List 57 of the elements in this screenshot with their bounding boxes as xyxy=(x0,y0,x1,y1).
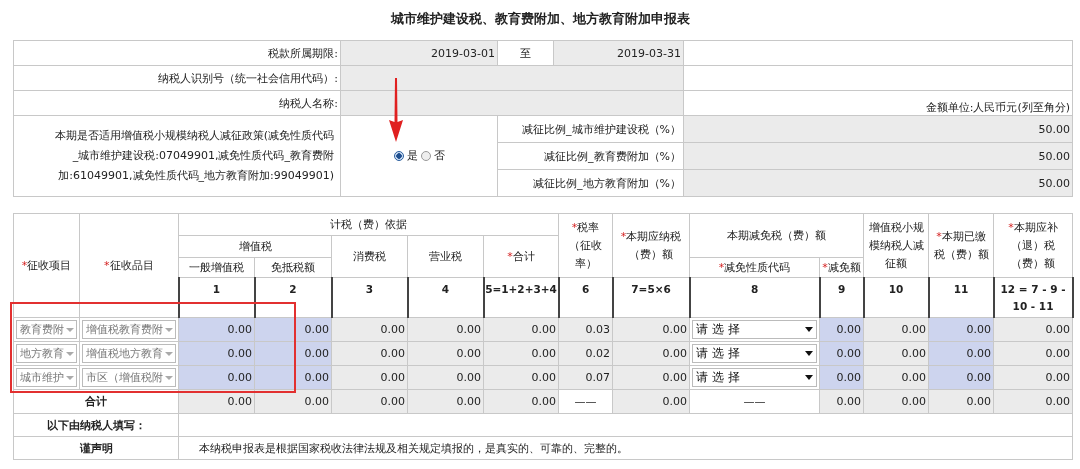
column-header: *本期应纳税（费）额 xyxy=(612,213,690,278)
field-label: 减征比例_地方教育附加（%） xyxy=(497,169,684,197)
ratio-field: 50.00 xyxy=(683,142,1073,170)
caret-icon xyxy=(165,375,173,380)
dropdown[interactable]: 请 选 择 xyxy=(692,368,818,387)
row-label: 谨声明 xyxy=(13,436,179,460)
field-label: 税款所属期限: xyxy=(13,40,341,66)
ratio-field: 50.00 xyxy=(683,115,1073,143)
total-cell: —— xyxy=(689,389,820,414)
unit-note: 金额单位:人民币元(列至角分) xyxy=(683,90,1073,116)
column-header: 营业税 xyxy=(407,235,484,278)
dropdown[interactable]: 地方教育 xyxy=(16,344,77,363)
dropdown[interactable]: 市区（增值税附 xyxy=(82,368,176,387)
radio-button[interactable] xyxy=(420,150,431,161)
annotation-arrow xyxy=(386,78,406,142)
caret-icon xyxy=(805,327,814,332)
column-header: *减免性质代码 xyxy=(689,257,820,278)
column-header: 增值税 xyxy=(178,235,332,258)
column-header: *本期应补（退）税（费）额 xyxy=(993,213,1073,278)
caret-icon xyxy=(805,375,814,380)
caret-icon xyxy=(805,351,814,356)
column-header: *征收品目 xyxy=(79,213,179,318)
column-header: 一般增值税 xyxy=(178,257,255,278)
column-header: *税率（征收率） xyxy=(558,213,613,278)
field-label: 纳税人识别号（统一社会信用代码）: xyxy=(13,65,341,91)
column-header: *征收项目 xyxy=(13,213,80,318)
column-header: 本期减免税（费）额 xyxy=(689,213,864,258)
caret-icon xyxy=(66,351,74,356)
column-header: *本期已缴税（费）额 xyxy=(928,213,994,278)
column-header: 消费税 xyxy=(331,235,408,278)
field-label: 减征比例_城市维护建设税（%） xyxy=(497,115,684,143)
declaration-text: 本纳税申报表是根据国家税收法律法规及相关规定填报的，是真实的、可靠的、完整的。 xyxy=(199,441,628,455)
field-label: 纳税人名称: xyxy=(13,90,341,116)
form-title: 城市维护建设税、教育费附加、地方教育附加申报表 xyxy=(389,10,691,28)
field-label: 至 xyxy=(497,40,554,66)
column-header: 计税（费）依据 xyxy=(178,213,559,236)
policy-question: 本期是否适用增值税小规模纳税人减征政策(减免性质代码_城市维护建设税:07049901,减免性质代码_教育费附加:61049901,减免性质代码_地方教育附加:99049901) xyxy=(54,129,334,182)
section-note: 以下由纳税人填写： xyxy=(13,413,179,437)
dropdown[interactable]: 城市维护 xyxy=(16,368,77,387)
caret-icon xyxy=(66,375,74,380)
start-date-field[interactable]: 2019-03-01 xyxy=(340,40,498,66)
dropdown[interactable]: 请 选 择 xyxy=(692,344,818,363)
radio-label: 否 xyxy=(433,148,445,164)
dropdown[interactable]: 增值税教育费附 xyxy=(82,320,176,339)
row-label: 合计 xyxy=(13,389,179,414)
ratio-field: 50.00 xyxy=(683,169,1073,197)
radio-label: 是 xyxy=(406,148,418,164)
caret-icon xyxy=(165,327,173,332)
dropdown[interactable]: 教育费附 xyxy=(16,320,77,339)
caret-icon xyxy=(165,351,173,356)
field-label: 减征比例_教育费附加（%） xyxy=(497,142,684,170)
caret-icon xyxy=(66,327,74,332)
dropdown[interactable]: 请 选 择 xyxy=(692,320,818,339)
column-header: 增值税小规模纳税人减征额 xyxy=(863,213,929,278)
radio-button[interactable] xyxy=(393,150,404,161)
end-date-field[interactable]: 2019-03-31 xyxy=(553,40,684,66)
dropdown[interactable]: 增值税地方教育 xyxy=(82,344,176,363)
